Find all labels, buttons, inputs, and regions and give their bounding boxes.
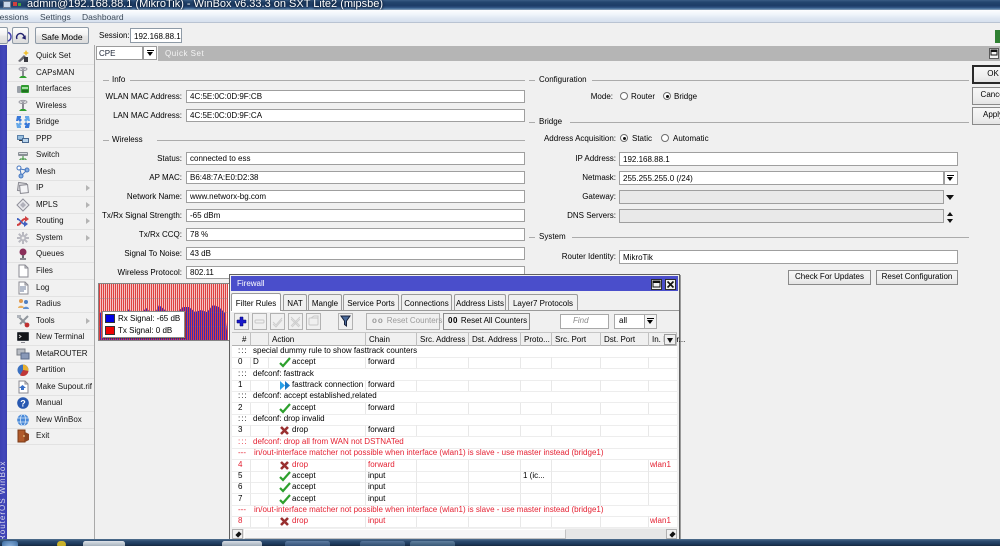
svg-text:?: ? [20,399,26,409]
